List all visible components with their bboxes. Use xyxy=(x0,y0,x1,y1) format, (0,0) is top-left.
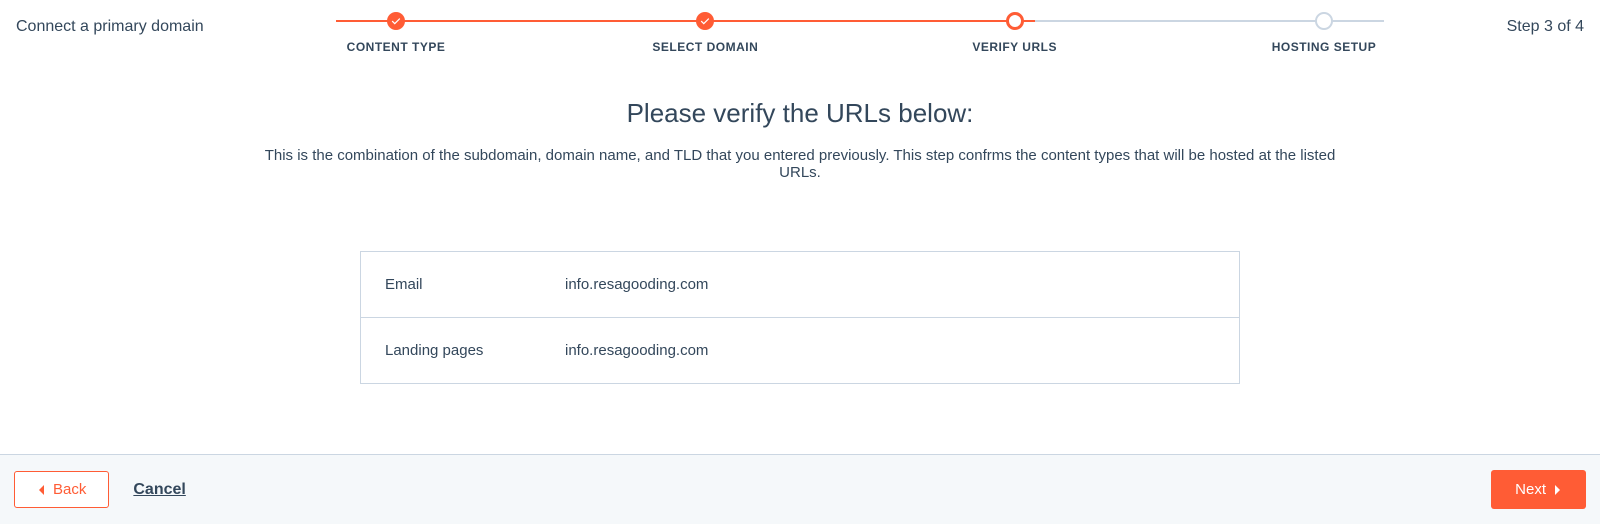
url-row-value: info.resagooding.com xyxy=(565,342,708,359)
wizard-header: Connect a primary domain CONTENT TYPE SE… xyxy=(0,0,1600,54)
step-content-type: CONTENT TYPE xyxy=(316,12,476,54)
page-subtext: This is the combination of the subdomain… xyxy=(250,147,1350,181)
url-row-label: Landing pages xyxy=(385,342,565,359)
check-icon xyxy=(391,16,401,26)
step-select-domain: SELECT DOMAIN xyxy=(625,12,785,54)
step-dot-done-icon xyxy=(387,12,405,30)
step-dot-done-icon xyxy=(696,12,714,30)
next-button[interactable]: Next xyxy=(1491,470,1586,509)
url-row-value: info.resagooding.com xyxy=(565,276,708,293)
step-hosting-setup: HOSTING SETUP xyxy=(1244,12,1404,54)
url-row-label: Email xyxy=(385,276,565,293)
back-button[interactable]: Back xyxy=(14,471,109,508)
wizard-footer: Back Cancel Next xyxy=(0,454,1600,524)
main-content: Please verify the URLs below: This is th… xyxy=(0,54,1600,384)
chevron-right-icon xyxy=(1554,484,1562,496)
step-dot-active-icon xyxy=(1006,12,1024,30)
step-label: VERIFY URLS xyxy=(972,40,1057,54)
wizard-title: Connect a primary domain xyxy=(16,12,276,36)
url-list: Email info.resagooding.com Landing pages… xyxy=(360,251,1240,384)
step-dot-todo-icon xyxy=(1315,12,1333,30)
step-verify-urls: VERIFY URLS xyxy=(935,12,1095,54)
step-label: HOSTING SETUP xyxy=(1272,40,1377,54)
url-row: Email info.resagooding.com xyxy=(361,252,1239,317)
cancel-link[interactable]: Cancel xyxy=(133,481,185,499)
back-button-label: Back xyxy=(53,481,86,498)
step-label: SELECT DOMAIN xyxy=(652,40,758,54)
stepper: CONTENT TYPE SELECT DOMAIN VERIFY URLS H… xyxy=(276,12,1444,54)
step-counter: Step 3 of 4 xyxy=(1444,12,1584,36)
chevron-left-icon xyxy=(37,484,45,496)
page-heading: Please verify the URLs below: xyxy=(0,98,1600,129)
check-icon xyxy=(700,16,710,26)
step-label: CONTENT TYPE xyxy=(347,40,446,54)
next-button-label: Next xyxy=(1515,481,1546,498)
url-row: Landing pages info.resagooding.com xyxy=(361,317,1239,383)
